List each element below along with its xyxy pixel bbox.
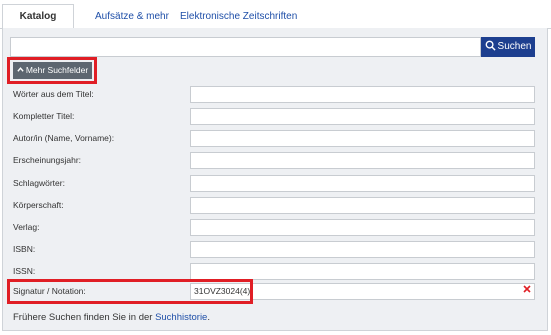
publisher-field[interactable] <box>190 219 535 236</box>
label-isbn: ISBN: <box>13 244 36 254</box>
search-history-note: Frühere Suchen finden Sie in der Suchhis… <box>13 311 210 325</box>
search-history-link[interactable]: Suchhistorie <box>155 312 207 323</box>
tab-bar: Katalog Aufsätze & mehr Elektronische Ze… <box>0 0 551 29</box>
complete-title-field[interactable] <box>190 108 535 125</box>
subjects-field[interactable] <box>190 175 535 192</box>
label-author: Autor/in (Name, Vorname): <box>13 133 115 143</box>
tab-elektronische-zeitschriften[interactable]: Elektronische Zeitschriften <box>180 5 297 29</box>
signature-field[interactable]: 31OVZ3024(4) <box>190 283 535 300</box>
isbn-field[interactable] <box>190 241 535 258</box>
search-input[interactable] <box>10 37 481 57</box>
label-corporate-body: Körperschaft: <box>13 200 64 210</box>
tab-katalog[interactable]: Katalog <box>2 4 74 29</box>
search-icon <box>485 40 496 51</box>
corporate-body-field[interactable] <box>190 197 535 214</box>
search-button[interactable]: Suchen <box>481 37 535 57</box>
more-fields-button[interactable]: Mehr Suchfelder <box>13 62 92 79</box>
label-title-words: Wörter aus dem Titel: <box>13 89 94 99</box>
label-complete-title: Kompletter Titel: <box>13 111 75 121</box>
tab-aufsaetze[interactable]: Aufsätze & mehr <box>95 5 169 29</box>
search-button-label: Suchen <box>497 41 532 52</box>
issn-field[interactable] <box>190 263 535 280</box>
history-suffix: . <box>207 312 210 323</box>
label-subjects: Schlagwörter: <box>13 178 65 188</box>
chevron-up-icon <box>17 67 24 72</box>
label-year: Erscheinungsjahr: <box>13 155 82 165</box>
more-fields-label: Mehr Suchfelder <box>25 65 89 75</box>
label-signature: Signatur / Notation: <box>13 286 86 296</box>
history-prefix: Frühere Suchen finden Sie in der <box>13 312 156 323</box>
title-words-field[interactable] <box>190 86 535 103</box>
clear-icon[interactable] <box>522 284 532 294</box>
author-field[interactable] <box>190 130 535 147</box>
year-field[interactable] <box>190 152 535 169</box>
label-publisher: Verlag: <box>13 222 40 232</box>
label-issn: ISSN: <box>13 266 36 276</box>
